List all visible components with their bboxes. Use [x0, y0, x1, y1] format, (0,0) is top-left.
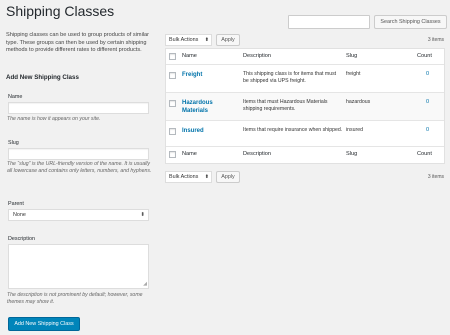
- row-description: Items that require insurance when shippe…: [243, 127, 343, 133]
- table-row: Hazardous Materials Items that must Haza…: [166, 93, 444, 121]
- apply-button-bottom[interactable]: Apply: [216, 171, 240, 183]
- column-footer-description: Description: [243, 151, 271, 157]
- bulk-actions-select-top[interactable]: Bulk Actions ⬍: [165, 34, 212, 46]
- column-footer-slug[interactable]: Slug: [346, 151, 357, 157]
- table-row: Freight This shipping class is for items…: [166, 65, 444, 93]
- select-all-checkbox[interactable]: [169, 151, 176, 158]
- search-shipping-classes-button[interactable]: Search Shipping Classes: [374, 15, 447, 29]
- items-count-top: 3 items: [427, 37, 444, 43]
- description-help: The description is not prominent by defa…: [7, 292, 143, 306]
- row-count-link[interactable]: 0: [426, 127, 429, 133]
- row-slug: freight: [346, 71, 361, 77]
- intro-text: Shipping classes can be used to group pr…: [6, 32, 150, 54]
- description-label: Description: [8, 236, 35, 242]
- bulk-actions-value: Bulk Actions: [169, 37, 199, 43]
- row-checkbox[interactable]: [169, 72, 176, 79]
- add-new-heading: Add New Shipping Class: [6, 74, 79, 81]
- shipping-classes-table: Name Description Slug Count Freight This…: [165, 48, 445, 164]
- table-footer-row: Name Description Slug Count: [166, 147, 444, 163]
- column-footer-name[interactable]: Name: [182, 151, 197, 157]
- intro-section: Shipping classes can be used to group pr…: [6, 32, 156, 55]
- row-description: Items that must Hazardous Materials ship…: [243, 99, 328, 113]
- column-header-count[interactable]: Count: [417, 53, 432, 59]
- page-title: Shipping Classes: [6, 3, 115, 19]
- select-all-checkbox[interactable]: [169, 53, 176, 60]
- row-name-link[interactable]: Hazardous Materials: [182, 99, 232, 115]
- slug-input[interactable]: [8, 148, 149, 160]
- row-name-link[interactable]: Insured: [182, 127, 204, 135]
- name-label: Name: [8, 94, 23, 100]
- row-count-link[interactable]: 0: [426, 71, 429, 77]
- chevron-updown-icon: ⬍: [140, 212, 145, 218]
- name-input[interactable]: [8, 102, 149, 114]
- apply-button-top[interactable]: Apply: [216, 34, 240, 46]
- slug-label: Slug: [8, 140, 19, 146]
- row-description: This shipping class is for items that mu…: [243, 71, 337, 85]
- parent-select[interactable]: None ⬍: [8, 209, 149, 221]
- row-name-link[interactable]: Freight: [182, 71, 202, 79]
- add-new-shipping-class-button[interactable]: Add New Shipping Class: [8, 317, 80, 331]
- chevron-updown-icon: ⬍: [204, 37, 209, 43]
- description-textarea[interactable]: ◢: [8, 244, 149, 289]
- row-count-link[interactable]: 0: [426, 99, 429, 105]
- parent-selected-value: None: [13, 212, 26, 218]
- row-slug: insured: [346, 127, 364, 133]
- column-footer-count[interactable]: Count: [417, 151, 432, 157]
- bulk-actions-value: Bulk Actions: [169, 174, 199, 180]
- column-header-slug[interactable]: Slug: [346, 53, 357, 59]
- resize-grip-icon[interactable]: ◢: [143, 282, 147, 287]
- table-row: Insured Items that require insurance whe…: [166, 121, 444, 147]
- column-header-description: Description: [243, 53, 271, 59]
- items-count-bottom: 3 items: [427, 174, 444, 180]
- bulk-actions-select-bottom[interactable]: Bulk Actions ⬍: [165, 171, 212, 183]
- row-checkbox[interactable]: [169, 100, 176, 107]
- chevron-updown-icon: ⬍: [204, 174, 209, 180]
- search-input[interactable]: [288, 15, 370, 29]
- column-header-name[interactable]: Name: [182, 53, 197, 59]
- parent-label: Parent: [8, 201, 24, 207]
- name-help: The name is how it appears on your site.: [7, 116, 101, 122]
- slug-help: The “slug” is the URL-friendly version o…: [7, 161, 152, 175]
- row-slug: hazardous: [346, 99, 371, 105]
- table-header-row: Name Description Slug Count: [166, 49, 444, 65]
- row-checkbox[interactable]: [169, 128, 176, 135]
